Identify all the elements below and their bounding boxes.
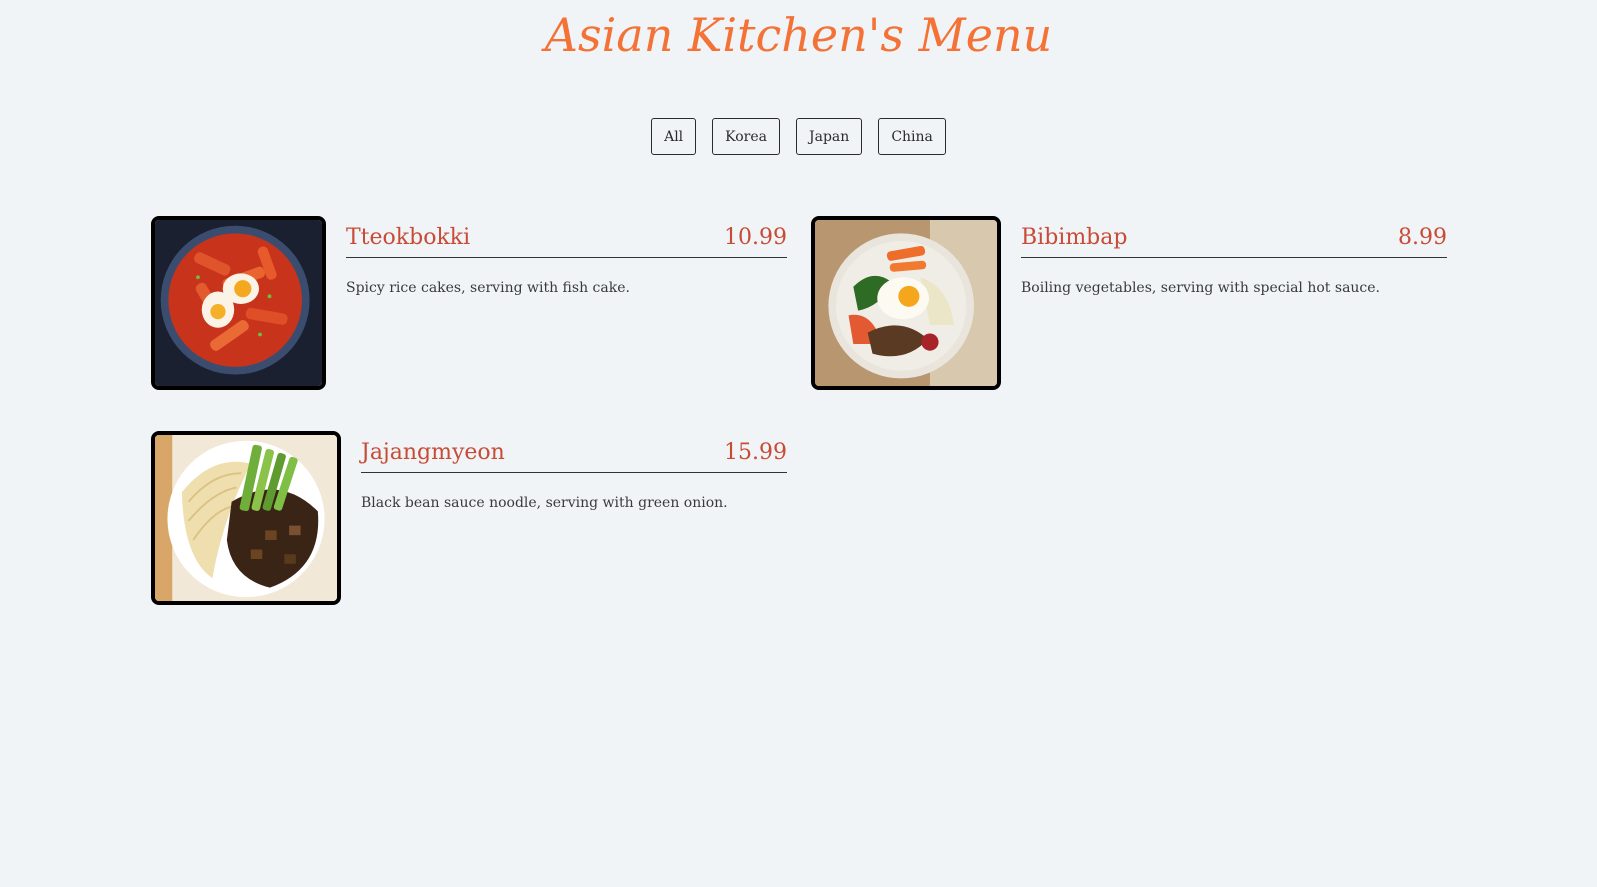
dish-description: Black bean sauce noodle, serving with gr… — [361, 495, 728, 511]
dish-price: 15.99 — [724, 440, 787, 465]
page-title: Asian Kitchen's Menu — [544, 8, 1053, 62]
menu-item-bibimbap: Bibimbap 8.99 Boiling vegetables, servin… — [811, 216, 1447, 390]
filter-all-button[interactable]: All — [651, 118, 697, 155]
dish-name: Jajangmyeon — [361, 440, 505, 465]
bibimbap-photo — [811, 216, 1001, 390]
tteokbokki-info: Tteokbokki 10.99 Spicy rice cakes, servi… — [346, 216, 787, 390]
jajangmyeon-header: Jajangmyeon 15.99 — [361, 431, 787, 473]
filter-japan-button[interactable]: Japan — [796, 118, 863, 155]
bibimbap-header: Bibimbap 8.99 — [1021, 216, 1447, 258]
bibimbap-info: Bibimbap 8.99 Boiling vegetables, servin… — [1021, 216, 1447, 390]
dish-price: 10.99 — [724, 225, 787, 250]
jajangmyeon-info: Jajangmyeon 15.99 Black bean sauce noodl… — [361, 431, 787, 605]
filter-china-button[interactable]: China — [878, 118, 946, 155]
category-filter-bar: All Korea Japan China — [0, 118, 1597, 155]
tteokbokki-header: Tteokbokki 10.99 — [346, 216, 787, 258]
jajangmyeon-photo — [151, 431, 341, 605]
dish-description: Boiling vegetables, serving with special… — [1021, 280, 1381, 296]
menu-item-jajangmyeon: Jajangmyeon 15.99 Black bean sauce noodl… — [151, 431, 787, 605]
dish-name: Bibimbap — [1021, 225, 1128, 250]
dish-description: Spicy rice cakes, serving with fish cake… — [346, 280, 630, 296]
tteokbokki-photo — [151, 216, 326, 390]
filter-korea-button[interactable]: Korea — [712, 118, 781, 155]
dish-price: 8.99 — [1398, 225, 1447, 250]
dish-name: Tteokbokki — [346, 225, 471, 250]
menu-item-tteokbokki: Tteokbokki 10.99 Spicy rice cakes, servi… — [151, 216, 787, 390]
